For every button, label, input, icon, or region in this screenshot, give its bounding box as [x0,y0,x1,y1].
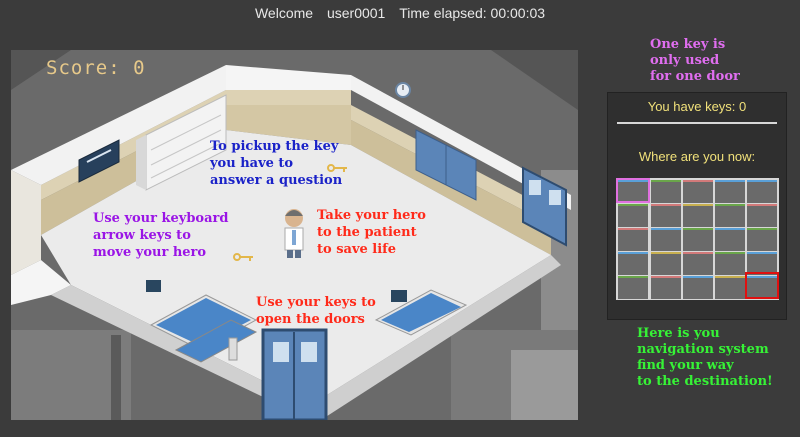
divider [617,122,777,124]
one-key-note: One key is only used for one door [650,37,740,84]
minimap-room [715,276,745,299]
minimap-room [715,204,745,227]
minimap-room [651,228,681,251]
minimap-room [747,228,777,251]
score-counter: Score: 0 [46,57,146,79]
minimap-room [618,204,648,227]
hint-patient: Take your hero to the patient to save li… [317,208,426,257]
clock-icon [395,82,411,98]
minimap-room [651,252,681,275]
welcome-text: Welcome [254,5,314,21]
minimap-room [747,204,777,227]
minimap-room [651,180,681,203]
current-room-marker [616,178,650,203]
username: user0001 [326,5,386,21]
keys-count: You have keys: 0 [647,99,747,114]
door-icon [261,328,328,420]
minimap-room [715,252,745,275]
minimap-room [683,252,713,275]
destination-room-marker [745,272,779,299]
minimap-room [651,276,681,299]
minimap-room [651,204,681,227]
hint-pickup-key: To pickup the key you have to answer a q… [210,139,343,188]
minimap-room [683,228,713,251]
time-elapsed: Time elapsed: 00:00:03 [399,5,546,21]
minimap-room [683,204,713,227]
minimap-room [747,180,777,203]
hint-doors: Use your keys to open the doors [256,295,376,327]
minimap-room [618,276,648,299]
hint-keyboard: Use your keyboard arrow keys to move you… [93,211,229,260]
navigation-panel: You have keys: 0 Where are you now: [607,92,787,320]
minimap-room [618,228,648,251]
navigation-note: Here is you navigation system find your … [637,326,773,389]
minimap [616,178,779,300]
minimap-room [683,180,713,203]
game-canvas[interactable]: Score: 0 To pickup the key you have to a… [11,50,578,420]
minimap-room [683,276,713,299]
top-status-bar: Welcome user0001 Time elapsed: 00:00:03 [0,0,800,26]
minimap-room [618,252,648,275]
minimap-room [715,228,745,251]
minimap-room [715,180,745,203]
where-label: Where are you now: [638,149,756,164]
